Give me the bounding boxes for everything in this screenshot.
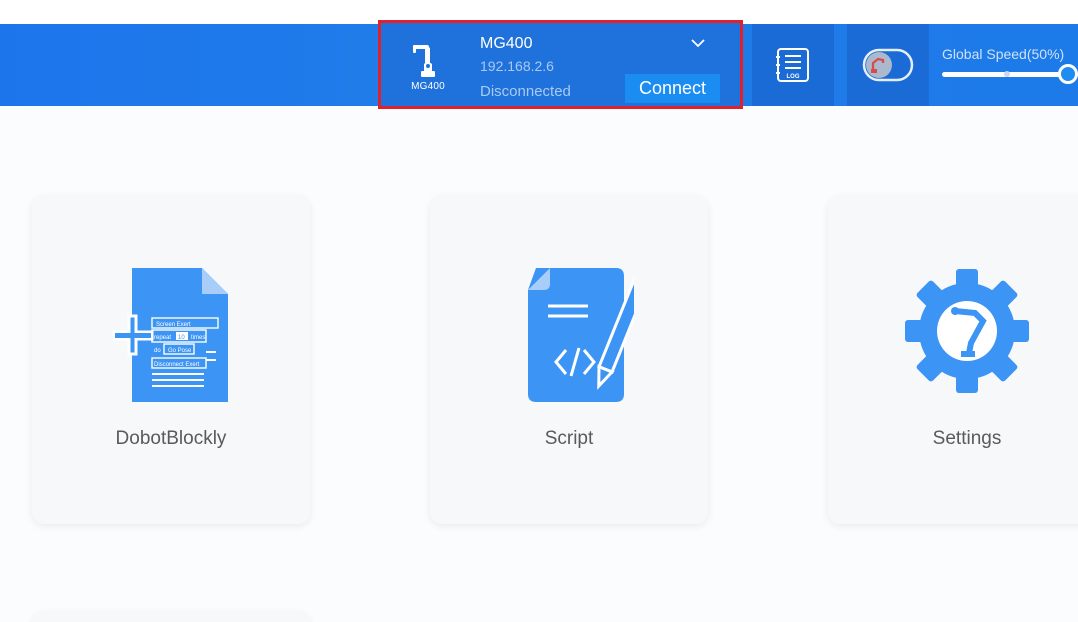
chevron-down-icon <box>691 38 705 47</box>
blockly-line6: Go Pose <box>168 348 192 354</box>
settings-label: Settings <box>932 428 1002 449</box>
log-icon-text: LOG <box>787 74 800 80</box>
global-speed-label: Global Speed(50%) <box>942 46 1065 62</box>
connect-button[interactable]: Connect <box>625 74 720 103</box>
device-dropdown-toggle[interactable] <box>688 35 708 51</box>
log-button[interactable]: LOG <box>752 24 834 106</box>
settings-card[interactable]: Settings <box>828 196 1078 524</box>
dobotblockly-card[interactable]: Screen Exert repeat 10 times do Go Pose … <box>32 196 310 524</box>
blockly-line4: times <box>191 335 205 341</box>
blockly-line5: do <box>154 348 161 354</box>
global-speed-control: Global Speed(50%) <box>942 24 1078 106</box>
device-ip-address: 192.168.2.6 <box>480 58 554 74</box>
dobotblockly-label: DobotBlockly <box>115 428 227 449</box>
connection-status: Disconnected <box>480 83 571 100</box>
log-icon: LOG <box>776 48 809 82</box>
script-card[interactable]: Script <box>430 196 708 524</box>
device-icon-label: MG400 <box>411 80 445 92</box>
global-speed-slider-thumb[interactable] <box>1058 64 1078 84</box>
blockly-document-icon: Screen Exert repeat 10 times do Go Pose … <box>32 256 310 406</box>
robot-enable-toggle-icon <box>862 48 914 82</box>
dobot-studio-home: MG400 MG400 192.168.2.6 Disconnected Con… <box>0 0 1078 622</box>
partial-card-next-row[interactable] <box>32 612 310 622</box>
device-connection-panel: MG400 MG400 192.168.2.6 Disconnected Con… <box>378 20 743 109</box>
script-label: Script <box>544 428 594 449</box>
blockly-line7: Disconnect Exert <box>154 362 200 368</box>
blockly-line2: repeat <box>154 335 171 341</box>
device-robot-icon-box[interactable]: MG400 <box>391 33 465 99</box>
blockly-line3: 10 <box>178 335 185 341</box>
settings-gear-icon <box>828 256 1078 406</box>
device-name: MG400 <box>480 35 533 52</box>
script-document-icon <box>430 256 708 406</box>
robot-enable-toggle[interactable] <box>847 24 929 106</box>
global-speed-marker <box>1004 71 1010 77</box>
blockly-line1: Screen Exert <box>156 322 191 328</box>
robot-arm-icon <box>413 44 435 77</box>
